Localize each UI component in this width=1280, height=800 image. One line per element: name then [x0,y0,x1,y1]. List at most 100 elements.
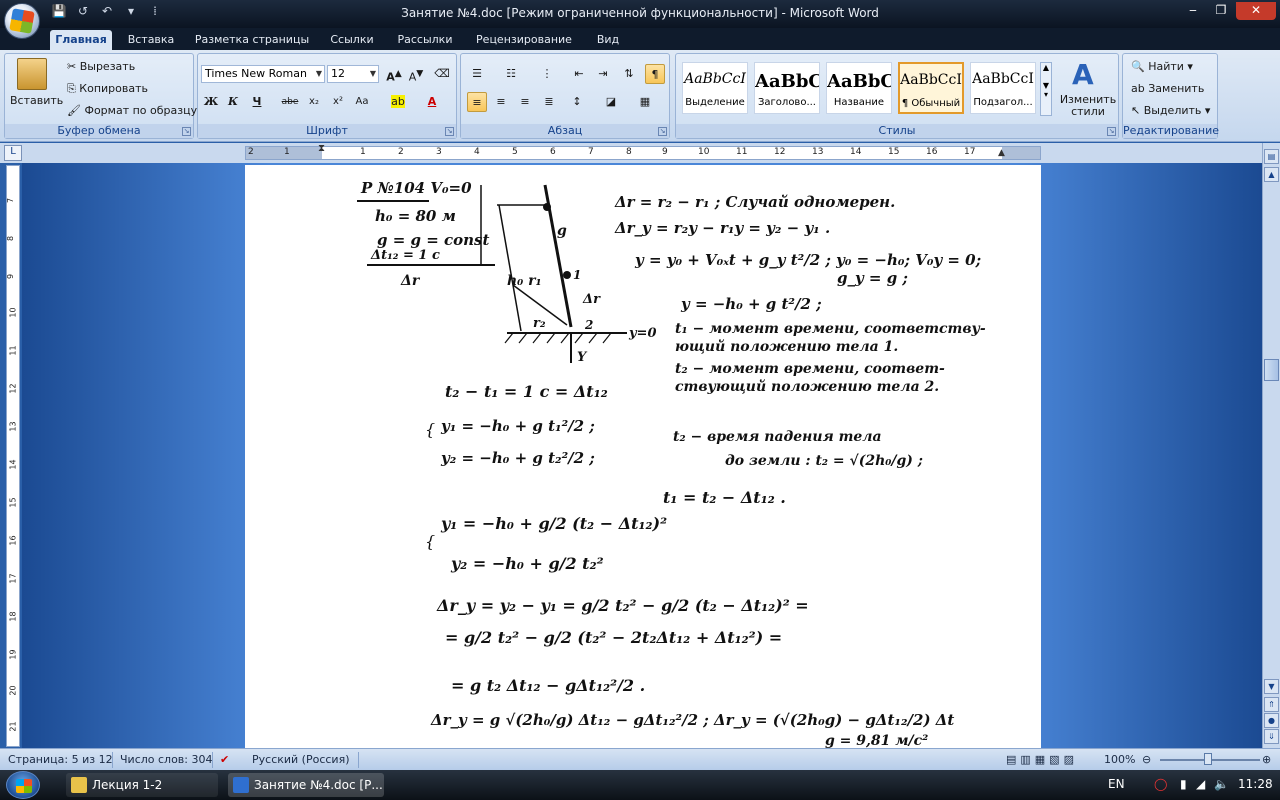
select-browse-object-icon[interactable]: ● [1264,713,1279,728]
view-buttons[interactable]: ▤▥▦▧▨ [1006,753,1078,766]
bold-button[interactable]: Ж [201,92,221,112]
change-styles-icon[interactable]: A [1072,58,1094,91]
page-count[interactable]: Страница: 5 из 12 [8,753,113,766]
styles-scroll[interactable]: ▲ ▼ ▾ [1040,62,1052,116]
tab-review[interactable]: Рецензирование [468,30,580,50]
numbering-icon[interactable]: ☷ [501,64,521,84]
font-launcher-icon[interactable]: ↘ [445,127,454,136]
zoom-out-icon[interactable]: ⊖ [1142,753,1151,766]
select-button[interactable]: ↖ Выделить ▾ [1131,104,1210,117]
decrease-indent-icon[interactable]: ⇤ [569,64,589,84]
window-title: Занятие №4.doc [Режим ограниченной функц… [401,6,879,20]
replace-button[interactable]: ab Заменить [1131,82,1204,95]
clock[interactable]: 11:28 [1238,777,1273,791]
paragraph-launcher-icon[interactable]: ↘ [658,127,667,136]
speaker-icon[interactable]: 🔈 [1214,777,1229,791]
tab-references[interactable]: Ссылки [322,30,382,50]
line-spacing-icon[interactable]: ↕ [567,92,587,112]
ruler-tick: 10 [698,147,710,157]
tab-selector-button[interactable]: L [4,145,22,161]
diagram-h0r: h₀ r₁ [507,273,542,289]
font-size-select[interactable]: 12 ▼ [327,65,379,83]
vertical-scrollbar[interactable]: ▤ ▲ ▼ ⇑ ● ⇓ [1262,143,1280,748]
shading-icon[interactable]: ◪ [601,92,621,112]
superscript-button[interactable]: x² [328,92,348,112]
style-emphasis[interactable]: AaBbCcI Выделение [682,62,748,114]
maximize-button[interactable]: ❐ [1208,2,1234,20]
underline-button[interactable]: Ч [247,92,267,112]
shrink-font-button[interactable]: A▼ [406,64,426,84]
format-painter-button[interactable]: 🖌 Формат по образцу [67,104,197,117]
ruler-toggle-icon[interactable]: ▤ [1264,149,1279,164]
justify-icon[interactable]: ≣ [539,92,559,112]
sort-icon[interactable]: ⇅ [619,64,639,84]
opera-icon[interactable]: ◯ [1154,777,1167,791]
paste-button[interactable]: Вставить [10,94,63,107]
bullets-icon[interactable]: ☰ [467,64,487,84]
styles-launcher-icon[interactable]: ↘ [1107,127,1116,136]
taskbar-item-lecture[interactable]: Лекция 1-2 [66,773,218,797]
start-button[interactable] [6,771,40,799]
paste-icon[interactable] [17,58,47,90]
align-right-icon[interactable]: ≡ [515,92,535,112]
spellcheck-icon[interactable]: ✔ [220,753,229,766]
language-indicator[interactable]: Русский (Россия) [252,753,350,766]
network-icon[interactable]: ▮ [1180,777,1187,791]
grow-font-button[interactable]: A▲ [384,64,404,84]
clear-format-icon[interactable]: ⌫ [432,64,452,84]
indent-marker-icon[interactable]: ⧗ [318,143,325,154]
tab-view[interactable]: Вид [588,30,628,50]
line-2: y = y₀ + V₀ₓt + g_y t²/2 ; y₀ = −h₀; V₀y… [634,251,981,269]
document-page[interactable]: Р №104 V₀=0 h₀ = 80 м g = g = const Δt₁₂… [245,165,1041,748]
tab-home[interactable]: Главная [50,30,112,50]
font-family-select[interactable]: Times New Roman ▼ [201,65,325,83]
volume-icon[interactable]: ◢ [1196,777,1205,791]
highlight-icon[interactable]: ab [388,92,408,112]
find-button[interactable]: 🔍 Найти ▾ [1131,60,1193,73]
minimize-button[interactable]: ‒ [1180,2,1206,20]
show-marks-icon[interactable]: ¶ [645,64,665,84]
align-center-icon[interactable]: ≡ [491,92,511,112]
style-normal[interactable]: AaBbCcI ¶ Обычный [898,62,964,114]
increase-indent-icon[interactable]: ⇥ [593,64,613,84]
tab-page-layout[interactable]: Разметка страницы [192,30,312,50]
cut-button[interactable]: ✂ Вырезать [67,60,135,73]
font-color-icon[interactable]: A [422,92,442,112]
vertical-ruler[interactable]: 7 8 9 10 11 12 13 14 15 16 17 18 19 20 2… [6,165,20,747]
scroll-thumb[interactable] [1264,359,1279,381]
tab-insert[interactable]: Вставка [120,30,182,50]
scroll-up-icon[interactable]: ▲ [1264,167,1279,182]
tab-mailings[interactable]: Рассылки [390,30,460,50]
italic-button[interactable]: К [223,92,243,112]
taskbar-item-word[interactable]: Занятие №4.doc [Р... [228,773,384,797]
change-case-button[interactable]: Aa [352,92,372,112]
scroll-down-icon[interactable]: ▼ [1264,679,1279,694]
close-button[interactable]: ✕ [1236,2,1276,20]
subscript-button[interactable]: x₂ [304,92,324,112]
style-subtitle[interactable]: AaBbCcI Подзагол... [970,62,1036,114]
word-count[interactable]: Число слов: 304 [120,753,213,766]
change-styles-button[interactable]: Изменить стили [1058,94,1118,118]
horizontal-ruler[interactable]: 2 1 1 2 3 4 5 6 7 8 9 10 11 12 13 14 15 … [245,143,1041,160]
zoom-slider-thumb[interactable] [1204,753,1212,765]
prev-page-icon[interactable]: ⇑ [1264,697,1279,712]
clipboard-launcher-icon[interactable]: ↘ [182,127,191,136]
ruler-tick: 5 [512,147,518,157]
vruler-tick: 12 [8,383,18,394]
borders-icon[interactable]: ▦ [635,92,655,112]
style-title[interactable]: AaBbC Название [826,62,892,114]
strikethrough-button[interactable]: abe [280,92,300,112]
keyboard-language[interactable]: EN [1108,777,1125,791]
align-left-icon[interactable]: ≡ [467,92,487,112]
right-indent-marker-icon[interactable]: ▲ [998,148,1005,158]
folder-icon [71,777,87,793]
style-heading[interactable]: AaBbC Заголово... [754,62,820,114]
next-page-icon[interactable]: ⇓ [1264,729,1279,744]
title-bar: 💾 ↺ ↶ ▾ ⁞ Занятие №4.doc [Режим ограниче… [0,0,1280,28]
zoom-level[interactable]: 100% [1104,753,1135,766]
office-button[interactable] [4,3,40,39]
multilevel-list-icon[interactable]: ⋮ [537,64,557,84]
zoom-in-icon[interactable]: ⊕ [1262,753,1271,766]
copy-button[interactable]: ⎘ Копировать [67,82,148,96]
ruler-tick: 11 [736,147,748,157]
